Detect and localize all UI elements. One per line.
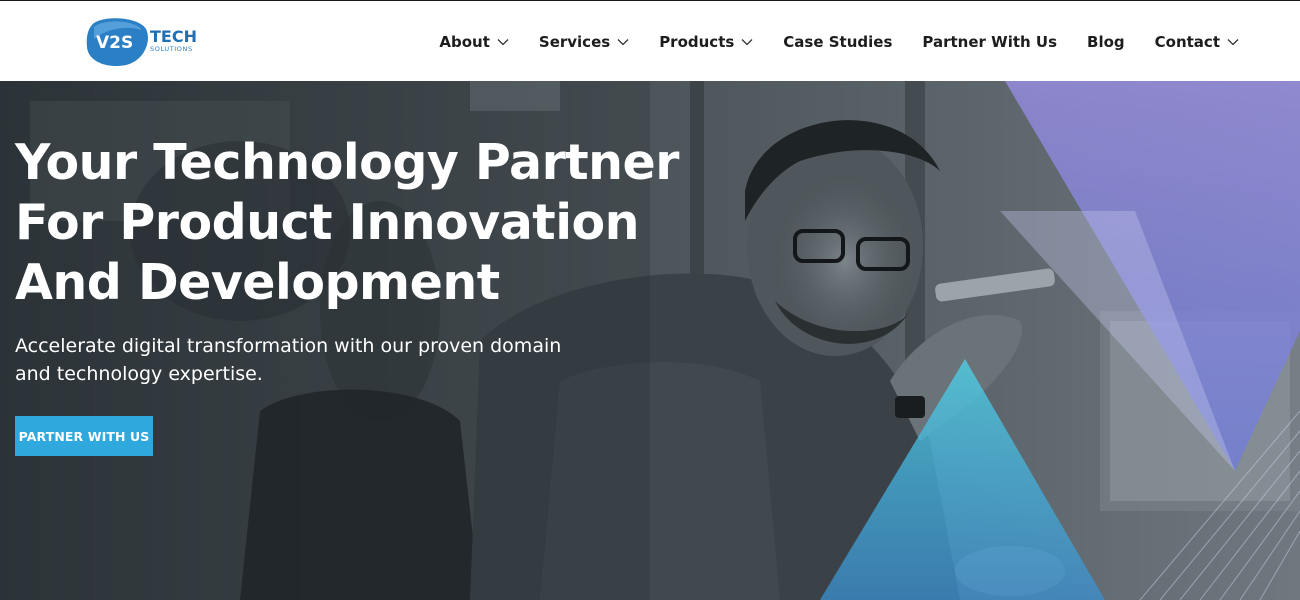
nav-item-label: Contact [1154, 32, 1220, 51]
nav-item-blog[interactable]: Blog [1072, 22, 1140, 62]
nav-item-label: Partner With Us [922, 32, 1058, 51]
v2s-tech-logo[interactable]: V2S TECH SOLUTIONS [86, 17, 208, 67]
nav-item-case-studies[interactable]: Case Studies [768, 22, 907, 62]
nav-item-label: Case Studies [783, 32, 893, 51]
nav-item-label: About [439, 32, 490, 51]
svg-text:SOLUTIONS: SOLUTIONS [150, 45, 193, 53]
site-header: V2S TECH SOLUTIONS About Services Produc… [0, 0, 1300, 81]
hero-headline: Your Technology Partner For Product Inno… [15, 133, 695, 313]
svg-text:V2S: V2S [96, 33, 133, 53]
hero-subtext: Accelerate digital transformation with o… [15, 335, 562, 385]
nav-item-products[interactable]: Products [644, 22, 768, 62]
nav-item-contact[interactable]: Contact [1140, 22, 1254, 62]
nav-item-partner-with-us[interactable]: Partner With Us [907, 22, 1072, 62]
chevron-down-icon [497, 38, 509, 45]
nav-item-label: Blog [1087, 32, 1125, 51]
chevron-down-icon [617, 38, 629, 45]
main-nav: About Services Products Case Studies Par… [424, 1, 1254, 82]
nav-item-label: Products [659, 32, 735, 51]
chevron-down-icon [741, 38, 753, 45]
svg-text:TECH: TECH [150, 27, 197, 46]
partner-with-us-button[interactable]: PARTNER WITH US [15, 416, 153, 456]
nav-item-about[interactable]: About [424, 22, 524, 62]
nav-item-label: Services [538, 32, 611, 51]
hero-headline-line: For Product Innovation [15, 194, 640, 251]
chevron-down-icon [1227, 38, 1239, 45]
nav-item-services[interactable]: Services [524, 22, 644, 62]
hero-section: Your Technology Partner For Product Inno… [0, 81, 1300, 600]
hero-headline-line: And Development [15, 254, 500, 311]
hero-headline-line: Your Technology Partner [15, 134, 679, 191]
